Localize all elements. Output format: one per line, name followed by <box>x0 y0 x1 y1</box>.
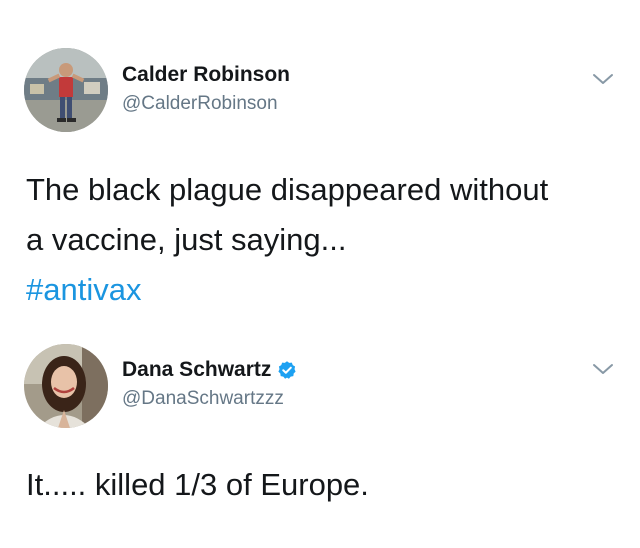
name-row: Calder Robinson <box>122 63 290 87</box>
user-handle[interactable]: @CalderRobinson <box>122 93 278 115</box>
tweet-text: It..... killed 1/3 of Europe. <box>26 467 369 502</box>
avatar[interactable] <box>24 48 108 132</box>
tweet-calder-robinson[interactable]: Calder Robinson @CalderRobinson The blac… <box>0 0 640 330</box>
display-name[interactable]: Calder Robinson <box>122 63 290 87</box>
avatar[interactable] <box>24 344 108 428</box>
chevron-down-icon[interactable] <box>592 72 614 86</box>
tweet-text-line-1: The black plague disappeared without <box>26 172 549 207</box>
user-handle[interactable]: @DanaSchwartzzz <box>122 388 284 410</box>
name-row: Dana Schwartz <box>122 358 297 382</box>
avatar-image <box>24 344 108 428</box>
hashtag-link[interactable]: #antivax <box>26 265 616 315</box>
verified-badge-icon <box>278 361 296 379</box>
tweet-dana-schwartz[interactable]: Dana Schwartz @DanaSchwartzzz It..... ki… <box>0 330 640 548</box>
tweet-text-line-2: a vaccine, just saying... <box>26 222 347 257</box>
tweet-text: The black plague disappeared without a v… <box>26 165 616 315</box>
display-name[interactable]: Dana Schwartz <box>122 358 271 382</box>
chevron-down-icon[interactable] <box>592 362 614 376</box>
avatar-image <box>24 48 108 132</box>
